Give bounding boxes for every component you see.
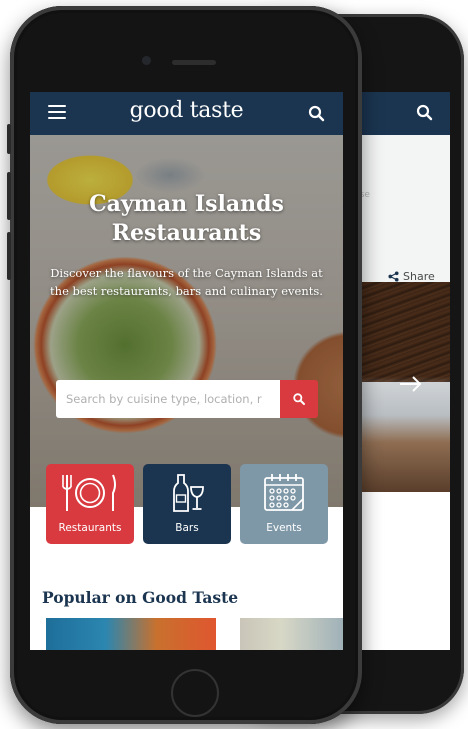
venue-photo — [362, 282, 450, 492]
search-icon[interactable] — [414, 102, 436, 124]
calendar-icon — [240, 470, 328, 516]
category-tile-bars[interactable]: Bars — [143, 464, 231, 544]
search-icon — [293, 393, 305, 405]
hero-search — [56, 380, 318, 418]
front-camera — [142, 56, 151, 65]
front-phone-screen: good taste Cayman Islands Restaurants Di… — [30, 92, 343, 650]
share-icon — [388, 271, 399, 282]
volume-up-button — [7, 172, 11, 220]
mute-switch — [7, 124, 11, 154]
hero-title-line2: Restaurants — [111, 220, 262, 246]
category-tile-events[interactable]: Events — [240, 464, 328, 544]
search-input[interactable] — [56, 380, 280, 418]
hero-title-line1: Cayman Islands — [89, 191, 284, 217]
popular-card[interactable] — [240, 618, 343, 650]
popular-heading: Popular on Good Taste — [42, 588, 239, 607]
category-label: Restaurants — [58, 522, 122, 534]
speaker-grille — [172, 60, 216, 65]
hero-subtitle: Discover the flavours of the Cayman Isla… — [50, 266, 323, 298]
site-logo[interactable]: good taste — [30, 98, 343, 123]
hero-title: Cayman Islands Restaurants — [30, 190, 343, 248]
wine-bottle-glass-icon — [143, 470, 231, 516]
top-navbar: good taste — [30, 92, 343, 135]
search-submit-button[interactable] — [280, 380, 318, 418]
home-button[interactable] — [171, 669, 219, 717]
category-label: Bars — [175, 522, 199, 534]
arrow-right-icon[interactable] — [398, 374, 424, 394]
category-label: Events — [266, 522, 302, 534]
popular-card[interactable] — [46, 618, 216, 650]
plate-cutlery-icon — [46, 470, 134, 516]
search-icon[interactable] — [306, 103, 328, 125]
volume-down-button — [7, 232, 11, 280]
venue-photo-lower — [362, 382, 450, 492]
category-tile-restaurants[interactable]: Restaurants — [46, 464, 134, 544]
